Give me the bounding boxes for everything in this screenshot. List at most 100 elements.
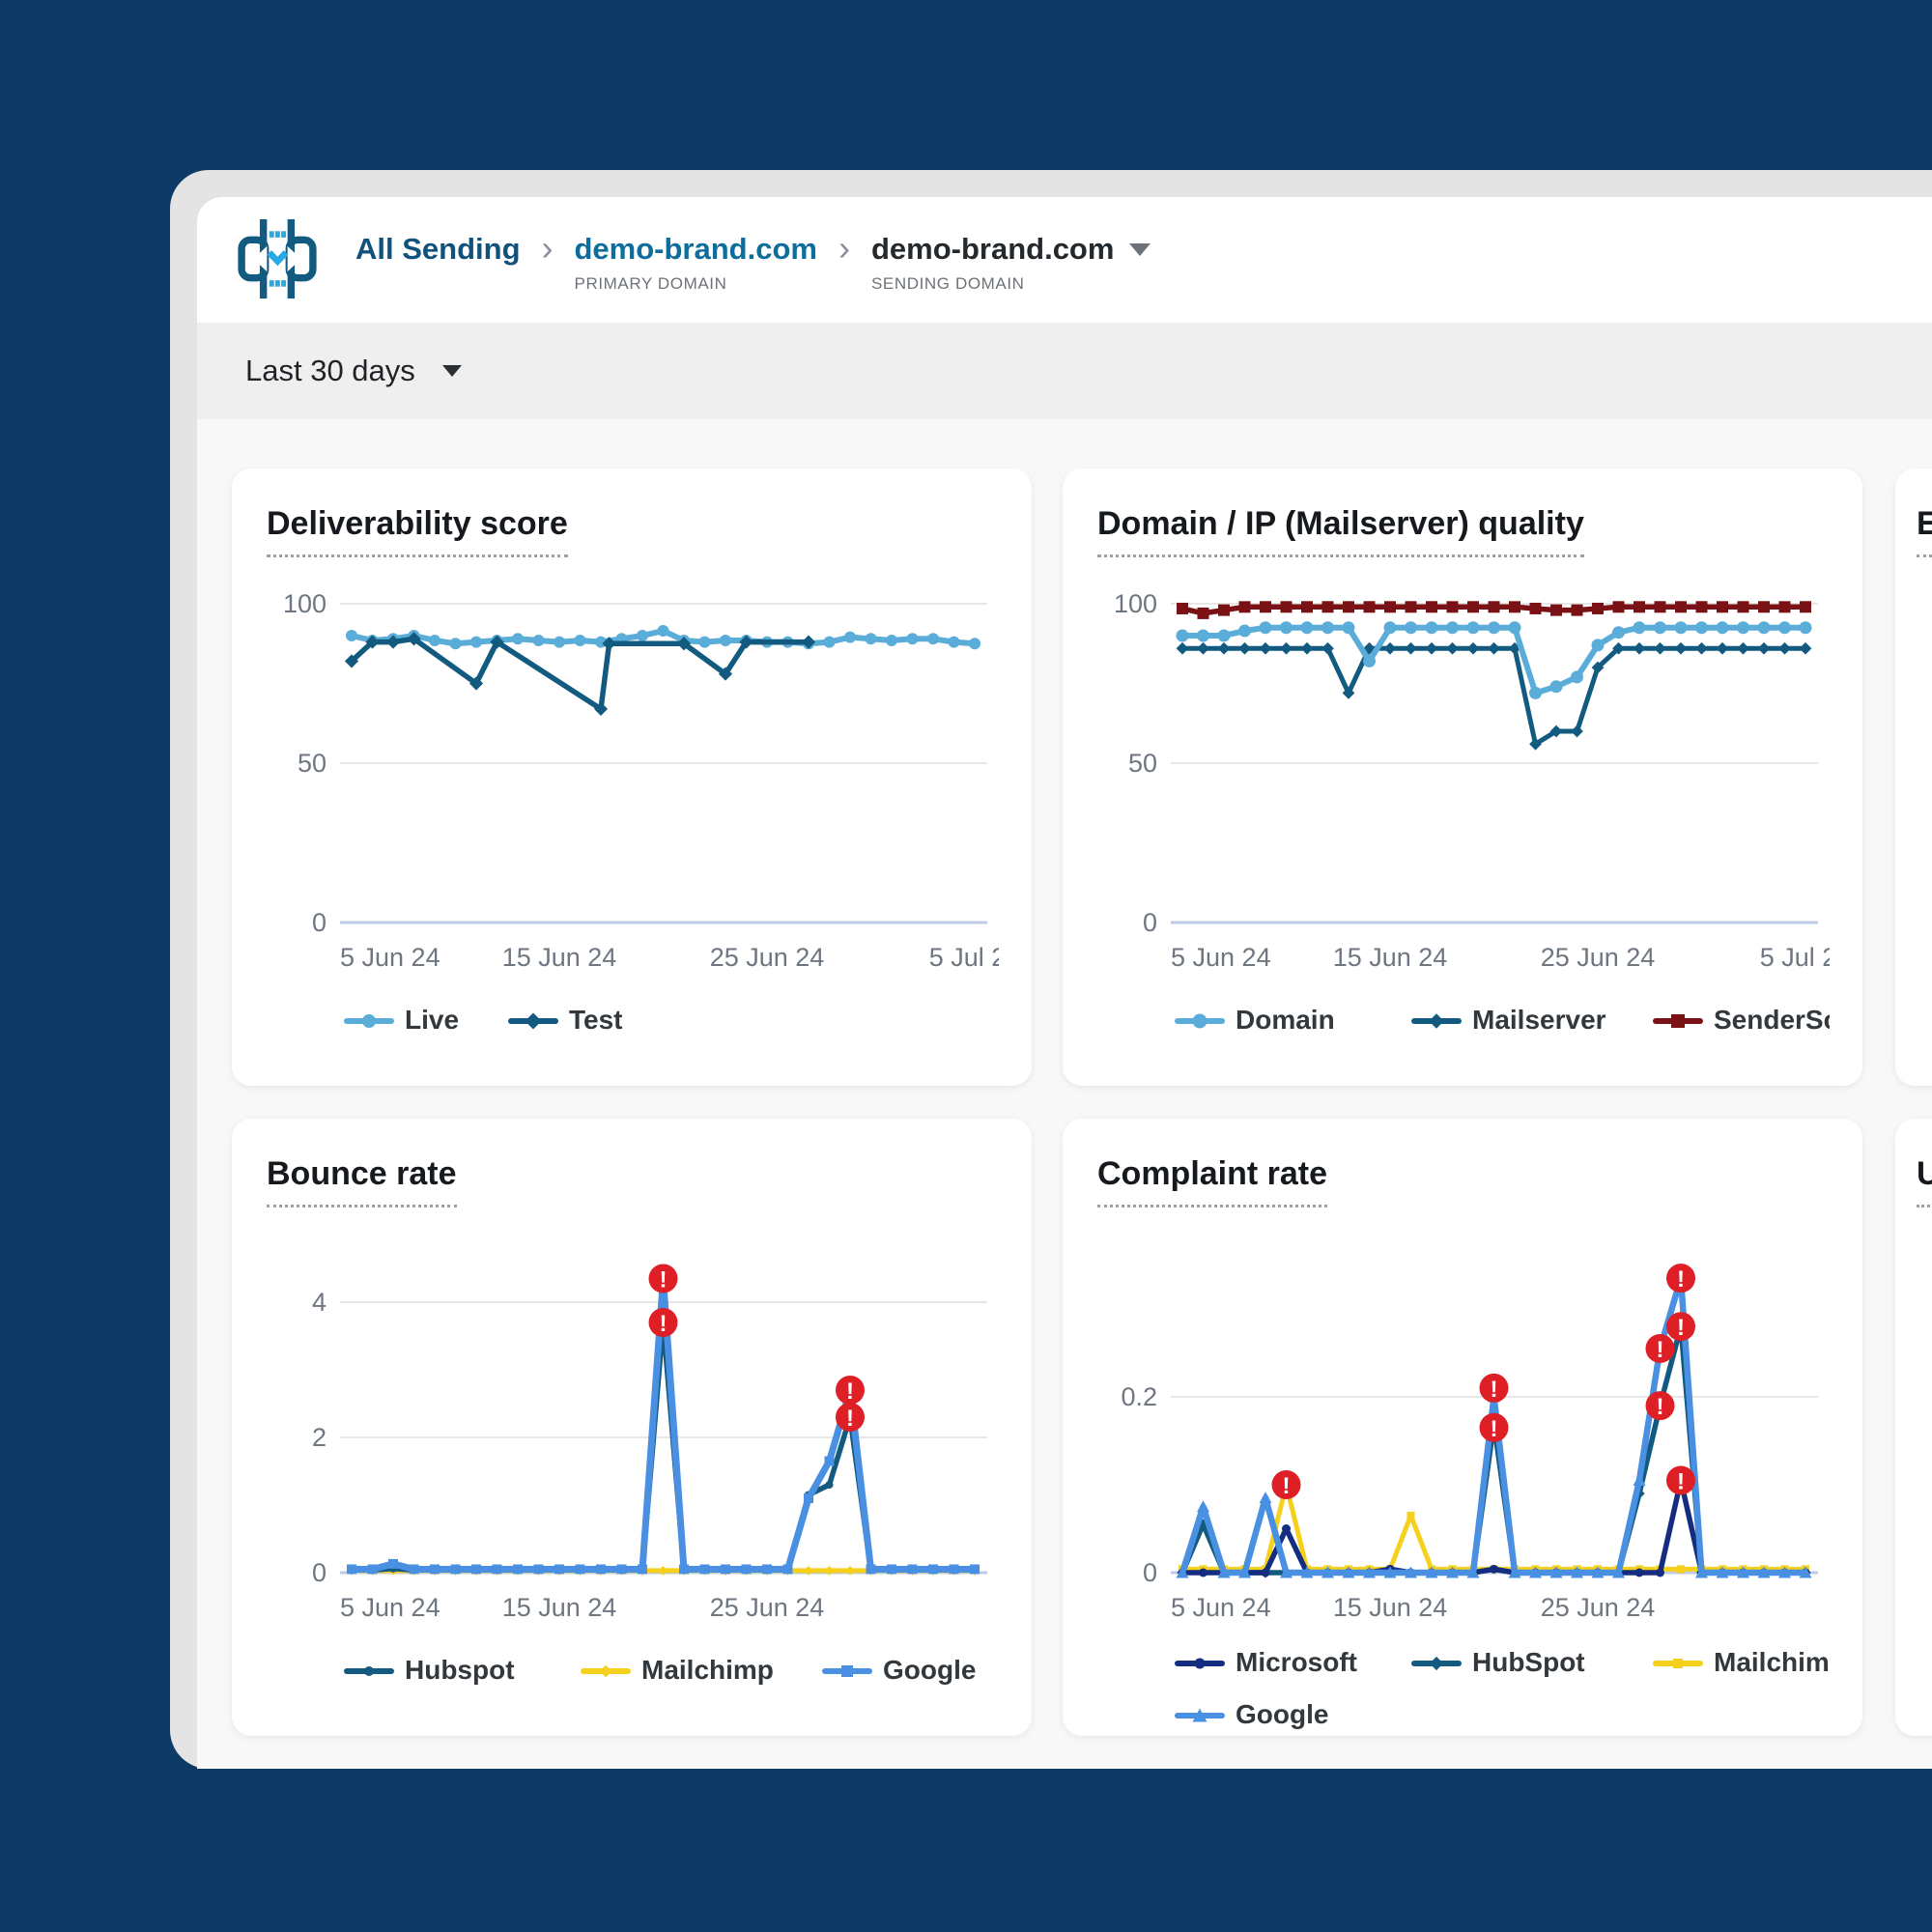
x-tick-label: 5 Jul 24 (929, 943, 999, 972)
legend-label: Mailchimp (641, 1655, 774, 1685)
series-point-senderscore (1800, 601, 1811, 612)
legend-item-hubspot[interactable]: HubSpot (1414, 1647, 1585, 1677)
card-bounce-rate: Bounce rate 4205 Jun 2415 Jun 2425 Jun 2… (232, 1119, 1032, 1736)
series-point-live (554, 637, 565, 648)
series-point-senderscore (1509, 601, 1520, 612)
series-point-mailserver (1634, 642, 1646, 655)
legend-label: HubSpot (1472, 1647, 1585, 1677)
legend-item-hubspot[interactable]: Hubspot (347, 1655, 515, 1685)
series-point-mailserver (1197, 642, 1209, 655)
series-point-live (658, 625, 669, 637)
caret-down-icon[interactable] (1129, 243, 1151, 256)
legend-item-domain[interactable]: Domain (1178, 1005, 1335, 1035)
series-point-microsoft (1199, 1569, 1208, 1577)
legend-marker (1673, 1659, 1683, 1668)
svg-text:!: ! (1657, 1337, 1664, 1363)
series-point-domain (1218, 630, 1231, 642)
series-point-microsoft (1262, 1569, 1270, 1577)
series-point-microsoft (1490, 1565, 1498, 1574)
chart-domain-ip-quality: 1005005 Jun 2415 Jun 2425 Jun 245 Jul 24… (1095, 575, 1830, 1077)
series-point-google (950, 1565, 959, 1575)
series-point-senderscore (1343, 601, 1354, 612)
series-point-google (638, 1565, 647, 1575)
series-point-senderscore (1322, 601, 1334, 612)
chart-canvas: 4205 Jun 2415 Jun 2425 Jun 24!!!!Hubspot… (265, 1225, 999, 1708)
series-point-google (513, 1565, 523, 1575)
series-point-domain (1717, 621, 1729, 634)
chart-title: Domain / IP (Mailserver) quality (1097, 505, 1584, 557)
alert-icon: ! (1666, 1312, 1695, 1341)
legend-label: SenderScore (1714, 1005, 1830, 1035)
breadcrumb-sending-domain[interactable]: demo-brand.com SENDING DOMAIN (871, 230, 1151, 294)
legend-item-mailchimp[interactable]: Mailchimp (583, 1655, 774, 1685)
legend-marker (362, 1014, 376, 1028)
series-point-live (720, 635, 731, 646)
series-point-live (346, 630, 357, 641)
date-range-label[interactable]: Last 30 days (245, 354, 415, 388)
legend-item-microsoft[interactable]: Microsoft (1178, 1647, 1357, 1677)
card-partial-top: E (1895, 469, 1932, 1086)
series-point-senderscore (1239, 601, 1251, 612)
series-point-live (927, 633, 939, 644)
breadcrumb-primary-domain[interactable]: demo-brand.com PRIMARY DOMAIN (575, 230, 817, 294)
chart-bounce-rate: 4205 Jun 2415 Jun 2425 Jun 24!!!!Hubspot… (265, 1225, 999, 1727)
legend-marker (841, 1665, 853, 1677)
date-range-dropdown[interactable]: Last 30 days (245, 354, 462, 388)
series-point-mailserver (1488, 642, 1500, 655)
series-point-hubspot (826, 1481, 834, 1489)
series-point-domain (1612, 626, 1625, 639)
legend-item-senderscore[interactable]: SenderScore (1656, 1005, 1830, 1035)
breadcrumb-caption: PRIMARY DOMAIN (575, 274, 817, 294)
legend-item-live[interactable]: Live (347, 1005, 459, 1035)
series-point-live (699, 637, 711, 648)
x-tick-label: 25 Jun 24 (710, 1593, 825, 1622)
series-point-google (493, 1565, 502, 1575)
chart-deliverability-score: 1005005 Jun 2415 Jun 2425 Jun 245 Jul 24… (265, 575, 999, 1077)
legend-marker (1195, 1659, 1206, 1669)
series-point-senderscore (1301, 601, 1313, 612)
series-point-google (908, 1565, 918, 1575)
app-window: All Sending › demo-brand.com PRIMARY DOM… (170, 170, 1932, 1769)
series-point-live (450, 638, 462, 649)
series-point-live (844, 632, 856, 643)
series-point-google (1197, 1500, 1209, 1512)
series-point-domain (1654, 621, 1666, 634)
x-tick-label: 25 Jun 24 (1541, 1593, 1656, 1622)
series-point-senderscore (1613, 601, 1625, 612)
legend-label: Live (405, 1005, 459, 1035)
alert-icon: ! (1272, 1470, 1301, 1499)
legend-item-mailchimp[interactable]: Mailchimp (1656, 1647, 1830, 1677)
series-point-domain (1260, 621, 1272, 634)
series-point-senderscore (1384, 601, 1396, 612)
breadcrumb-label[interactable]: demo-brand.com (871, 230, 1114, 269)
series-point-domain (1177, 630, 1189, 642)
series-point-google (762, 1565, 772, 1575)
breadcrumb-caption: SENDING DOMAIN (871, 274, 1151, 294)
alert-icon: ! (836, 1403, 865, 1432)
breadcrumb-label[interactable]: All Sending (355, 230, 521, 269)
y-tick-label: 100 (1114, 589, 1157, 618)
card-complaint-rate: Complaint rate 0.205 Jun 2415 Jun 2425 J… (1063, 1119, 1862, 1736)
legend-marker (1193, 1014, 1208, 1029)
series-point-google (554, 1565, 564, 1575)
legend-item-google[interactable]: Google (825, 1655, 976, 1685)
series-point-domain (1509, 621, 1521, 634)
series-point-google (742, 1565, 752, 1575)
series-point-senderscore (1675, 601, 1687, 612)
y-tick-label: 2 (312, 1423, 327, 1452)
breadcrumb-label[interactable]: demo-brand.com (575, 230, 817, 269)
series-point-mailserver (1717, 642, 1729, 655)
breadcrumb-all-sending[interactable]: All Sending (355, 230, 521, 269)
svg-text:!: ! (1283, 1473, 1291, 1499)
caret-down-icon[interactable] (442, 365, 462, 377)
legend-item-test[interactable]: Test (511, 1005, 623, 1035)
series-point-domain (1488, 621, 1500, 634)
alert-icon: ! (1480, 1374, 1509, 1403)
legend-marker (600, 1665, 612, 1678)
legend-item-google[interactable]: Google (1178, 1699, 1328, 1729)
series-point-live (470, 637, 482, 648)
legend-item-mailserver[interactable]: Mailserver (1414, 1005, 1606, 1035)
series-point-google (410, 1565, 419, 1575)
y-tick-label: 0.2 (1121, 1382, 1157, 1411)
series-point-senderscore (1655, 601, 1666, 612)
